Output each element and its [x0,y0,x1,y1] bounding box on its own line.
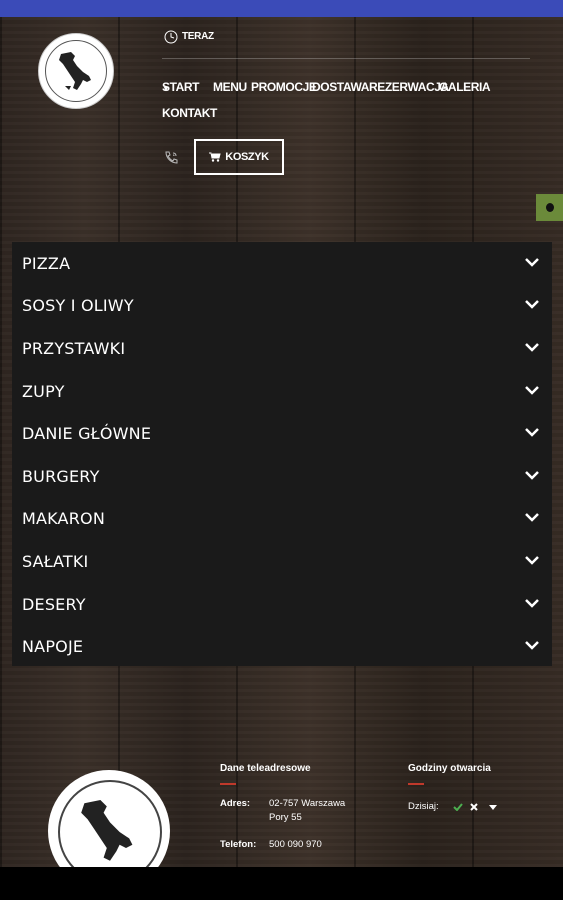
nav-menu[interactable]: MENU [213,80,247,94]
italy-map-icon [59,52,91,90]
chevron-down-icon [525,513,539,522]
category-label: BURGERY [22,467,100,486]
nav-kontakt[interactable]: KONTAKT [162,106,217,120]
chevron-down-icon [525,343,539,352]
chevron-down-icon [525,386,539,395]
menu-category-salatki[interactable]: SAŁATKI [12,540,552,582]
check-icon [453,803,463,811]
menu-category-danie-glowne[interactable]: DANIE GŁÓWNE [12,412,552,454]
menu-category-napoje[interactable]: NAPOJE [12,625,552,667]
contact-title-underline [220,783,236,785]
nav-galeria[interactable]: GALERIA [439,80,491,94]
category-label: SAŁATKI [22,552,89,571]
header-divider [162,58,530,59]
browser-top-bar [0,0,563,17]
category-label: SOSY I OLIWY [22,296,134,315]
hours-title-underline [408,783,424,785]
clock-icon [164,30,178,44]
italy-map-icon [81,800,133,861]
status-label: TERAZ [182,31,214,42]
chevron-down-icon [525,300,539,309]
cart-button[interactable]: KOSZYK [194,139,284,175]
close-icon [470,803,478,811]
category-label: DESERY [22,595,86,614]
menu-category-desery[interactable]: DESERY [12,583,552,625]
cart-icon [209,152,221,162]
side-info-tab[interactable] [536,194,563,221]
chevron-down-icon [525,599,539,608]
menu-category-zupy[interactable]: ZUPY [12,370,552,412]
category-label: PIZZA [22,254,71,273]
today-label: Dzisiaj: [408,801,439,812]
category-label: PRZYSTAWKI [22,339,126,358]
chevron-down-icon [525,258,539,267]
menu-category-pizza[interactable]: PIZZA [12,242,552,284]
address-label: Adres: [220,798,251,809]
contact-title: Dane teleadresowe [220,763,311,774]
nav-promocje[interactable]: PROMOCJE [251,80,317,94]
nav-rezerwacja[interactable]: REZERWACJA [369,80,449,94]
header-logo[interactable] [38,33,114,109]
menu-category-burgery[interactable]: BURGERY [12,455,552,497]
caret-down-icon: ▾ [164,84,168,93]
hours-title: Godziny otwarcia [408,763,491,774]
nav-start[interactable]: START ▾ [162,80,200,94]
chevron-down-icon [525,556,539,565]
category-label: ZUPY [22,382,65,401]
chevron-down-icon [525,471,539,480]
address-line2: Pory 55 [269,812,302,823]
chevron-down-icon [525,641,539,650]
phone-icon[interactable] [163,150,179,166]
menu-category-makaron[interactable]: MAKARON [12,497,552,539]
cart-label: KOSZYK [225,151,269,163]
address-line1: 02-757 Warszawa [269,798,346,809]
phone-label: Telefon: [220,839,257,850]
menu-category-panel: PIZZA SOSY I OLIWY PRZYSTAWKI ZUPY DANIE… [12,242,552,666]
system-bottom-bar [0,867,563,900]
category-label: MAKARON [22,509,105,528]
menu-category-przystawki[interactable]: PRZYSTAWKI [12,327,552,369]
info-icon [546,203,554,212]
menu-category-sosy[interactable]: SOSY I OLIWY [12,284,552,326]
caret-down-icon[interactable] [489,805,497,810]
chevron-down-icon [525,428,539,437]
nav-dostawa[interactable]: DOSTAWA [312,80,369,94]
phone-value[interactable]: 500 090 970 [269,838,322,852]
category-label: NAPOJE [22,637,84,656]
category-label: DANIE GŁÓWNE [22,424,152,443]
